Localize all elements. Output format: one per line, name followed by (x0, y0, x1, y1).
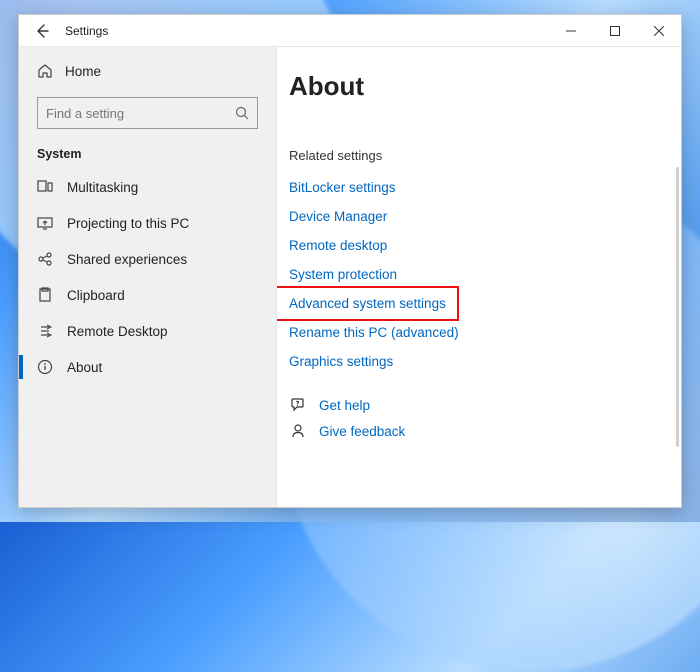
minimize-icon (566, 26, 576, 36)
nav-item-label: Remote Desktop (67, 324, 168, 339)
give-feedback-label: Give feedback (319, 424, 405, 439)
share-icon (37, 251, 53, 267)
link-graphics-settings[interactable]: Graphics settings (277, 347, 393, 376)
remote-icon (37, 323, 53, 339)
maximize-icon (610, 26, 620, 36)
get-help-label: Get help (319, 398, 370, 413)
home-nav-item[interactable]: Home (19, 55, 276, 87)
nav-item-about[interactable]: About (19, 349, 276, 385)
search-box[interactable] (37, 97, 258, 129)
main-panel: About Related settings BitLocker setting… (277, 47, 681, 507)
settings-window: Settings Home System Multitasking (18, 14, 682, 508)
title-bar: Settings (19, 15, 681, 47)
search-input[interactable] (46, 106, 235, 121)
page-title: About (277, 71, 681, 130)
related-settings-heading: Related settings (277, 130, 681, 173)
nav-item-label: Shared experiences (67, 252, 187, 267)
link-remote-desktop[interactable]: Remote desktop (277, 231, 387, 260)
link-device-manager[interactable]: Device Manager (277, 202, 387, 231)
nav-item-label: Clipboard (67, 288, 125, 303)
minimize-button[interactable] (549, 15, 593, 47)
nav-item-label: Projecting to this PC (67, 216, 189, 231)
link-advanced-system-settings[interactable]: Advanced system settings (277, 289, 456, 318)
nav-item-label: Multitasking (67, 180, 138, 195)
home-label: Home (65, 64, 101, 79)
home-icon (37, 63, 53, 79)
nav-item-remote-desktop[interactable]: Remote Desktop (19, 313, 276, 349)
arrow-left-icon (34, 23, 50, 39)
info-icon (37, 359, 53, 375)
window-title: Settings (65, 24, 108, 38)
multitasking-icon (37, 179, 53, 195)
link-system-protection[interactable]: System protection (277, 260, 397, 289)
link-rename-pc[interactable]: Rename this PC (advanced) (277, 318, 459, 347)
help-icon (290, 397, 306, 413)
feedback-icon (290, 423, 306, 439)
nav-item-shared[interactable]: Shared experiences (19, 241, 276, 277)
nav-item-projecting[interactable]: Projecting to this PC (19, 205, 276, 241)
clipboard-icon (37, 287, 53, 303)
nav-item-multitasking[interactable]: Multitasking (19, 169, 276, 205)
link-bitlocker[interactable]: BitLocker settings (277, 173, 396, 202)
give-feedback-link[interactable]: Give feedback (289, 422, 681, 440)
search-icon (235, 106, 249, 120)
nav-item-clipboard[interactable]: Clipboard (19, 277, 276, 313)
nav-item-label: About (67, 360, 102, 375)
project-icon (37, 215, 53, 231)
scrollbar[interactable] (676, 167, 679, 447)
close-icon (654, 26, 664, 36)
maximize-button[interactable] (593, 15, 637, 47)
related-links-list: BitLocker settings Device Manager Remote… (277, 173, 681, 376)
nav-list: Multitasking Projecting to this PC Share… (19, 169, 276, 385)
section-label: System (19, 143, 276, 169)
sidebar: Home System Multitasking Projecting to t… (19, 47, 277, 507)
back-button[interactable] (33, 22, 51, 40)
close-button[interactable] (637, 15, 681, 47)
get-help-link[interactable]: Get help (289, 396, 681, 414)
